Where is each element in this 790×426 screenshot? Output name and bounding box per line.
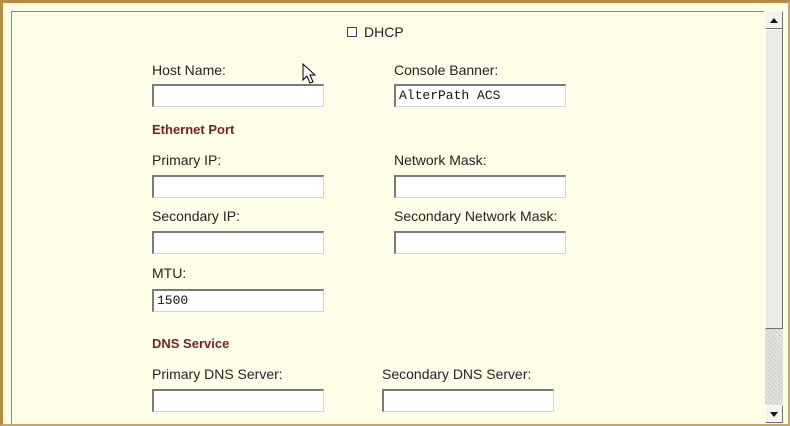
secondary-network-mask-input[interactable] <box>394 231 566 254</box>
host-name-input[interactable] <box>152 84 324 107</box>
secondary-ip-input[interactable] <box>152 231 324 254</box>
form-panel <box>11 11 764 424</box>
ethernet-port-heading: Ethernet Port <box>152 122 235 137</box>
dns-service-heading: DNS Service <box>152 336 230 351</box>
secondary-dns-input[interactable] <box>382 389 554 412</box>
dhcp-label: DHCP <box>364 24 404 40</box>
scroll-up-arrow-icon <box>770 18 778 23</box>
primary-dns-label: Primary DNS Server: <box>152 366 283 382</box>
dhcp-checkbox[interactable] <box>347 27 357 37</box>
host-name-label: Host Name: <box>152 62 226 78</box>
secondary-network-mask-label: Secondary Network Mask: <box>394 208 558 224</box>
network-mask-label: Network Mask: <box>394 152 487 168</box>
mtu-label: MTU: <box>152 265 187 281</box>
arrow-cursor-icon <box>302 63 316 84</box>
scroll-up-button[interactable] <box>765 11 783 29</box>
primary-ip-label: Primary IP: <box>152 152 222 168</box>
console-banner-input[interactable]: AlterPath ACS <box>394 84 566 107</box>
network-mask-input[interactable] <box>394 175 566 198</box>
vertical-scrollbar[interactable] <box>765 11 783 423</box>
mtu-input[interactable]: 1500 <box>152 289 324 312</box>
scroll-down-arrow-icon <box>770 412 778 417</box>
scroll-down-button[interactable] <box>765 405 783 423</box>
secondary-dns-label: Secondary DNS Server: <box>382 366 532 382</box>
scroll-thumb[interactable] <box>765 29 783 329</box>
primary-ip-input[interactable] <box>152 175 324 198</box>
secondary-ip-label: Secondary IP: <box>152 208 240 224</box>
primary-dns-input[interactable] <box>152 389 324 412</box>
console-banner-label: Console Banner: <box>394 62 499 78</box>
